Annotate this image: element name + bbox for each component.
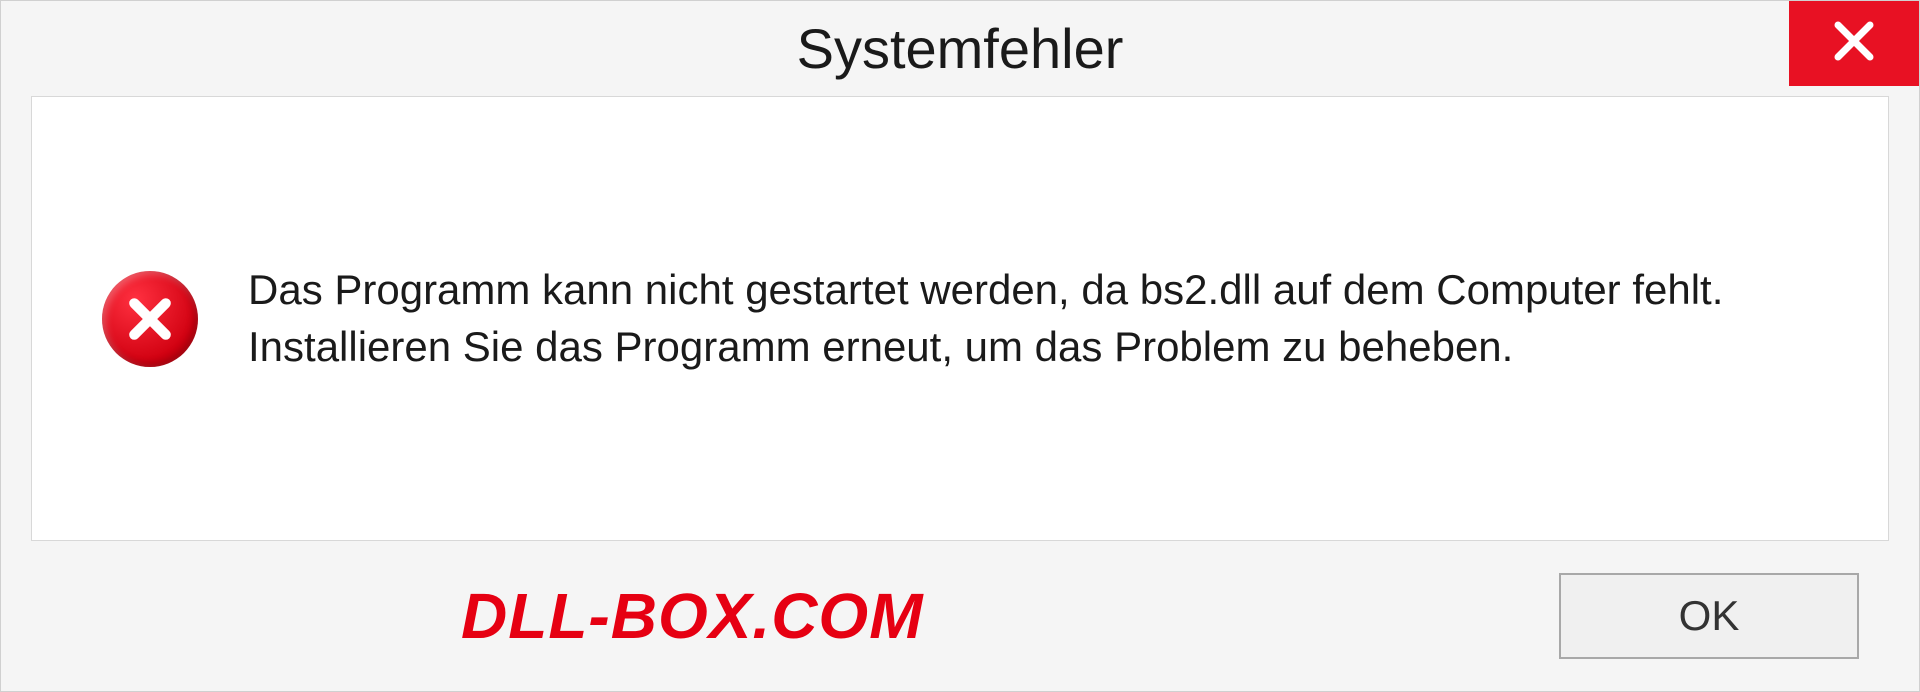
- close-icon: [1830, 17, 1878, 70]
- watermark-text: DLL-BOX.COM: [461, 579, 924, 653]
- dialog-title: Systemfehler: [797, 16, 1124, 81]
- close-button[interactable]: [1789, 1, 1919, 86]
- error-icon: [102, 271, 198, 367]
- content-area: Das Programm kann nicht gestartet werden…: [31, 96, 1889, 541]
- system-error-dialog: Systemfehler Das Programm kann nicht ges…: [0, 0, 1920, 692]
- ok-button[interactable]: OK: [1559, 573, 1859, 659]
- footer: DLL-BOX.COM OK: [1, 541, 1919, 691]
- error-message: Das Programm kann nicht gestartet werden…: [248, 262, 1748, 375]
- titlebar: Systemfehler: [1, 1, 1919, 96]
